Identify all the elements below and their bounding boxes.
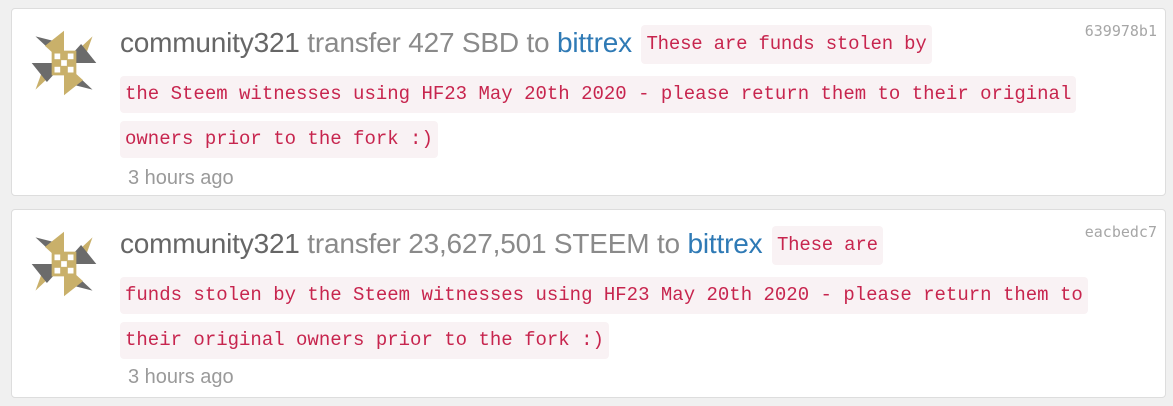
timestamp: 3 hours ago bbox=[128, 167, 234, 189]
sender-username[interactable]: community321 bbox=[120, 228, 300, 259]
memo-line: the Steem witnesses using HF23 May 20th … bbox=[120, 76, 1077, 113]
memo-line: funds stolen by the Steem witnesses usin… bbox=[120, 277, 1088, 314]
identicon-avatar[interactable] bbox=[26, 25, 102, 101]
to-word: to bbox=[656, 228, 680, 259]
transaction-hash: eacbedc7 bbox=[1084, 223, 1157, 241]
memo-line: owners prior to the fork :) bbox=[120, 121, 438, 158]
timestamp: 3 hours ago bbox=[128, 366, 234, 388]
transfer-amount: 23,627,501 STEEM bbox=[408, 228, 650, 259]
sender-username[interactable]: community321 bbox=[120, 27, 300, 58]
identicon-avatar[interactable] bbox=[26, 226, 102, 302]
recipient-link[interactable]: bittrex bbox=[557, 27, 632, 58]
action-verb: transfer bbox=[307, 228, 401, 259]
recipient-link[interactable]: bittrex bbox=[688, 228, 763, 259]
action-verb: transfer bbox=[307, 27, 401, 58]
transfer-card: 639978b1 community321 transfer 427 SBD t… bbox=[11, 8, 1166, 196]
transfer-card: eacbedc7 community321 transfer 23,627,50… bbox=[11, 209, 1166, 398]
transfer-amount: 427 SBD bbox=[408, 27, 519, 58]
memo-line: their original owners prior to the fork … bbox=[120, 322, 609, 359]
transfer-headline: community321 transfer 427 SBD to bittrex… bbox=[120, 25, 932, 64]
transaction-hash: 639978b1 bbox=[1084, 22, 1157, 40]
transfer-headline: community321 transfer 23,627,501 STEEM t… bbox=[120, 226, 883, 265]
to-word: to bbox=[526, 27, 550, 58]
memo-line: These are funds stolen by bbox=[641, 25, 932, 64]
memo-line: These are bbox=[771, 226, 883, 265]
